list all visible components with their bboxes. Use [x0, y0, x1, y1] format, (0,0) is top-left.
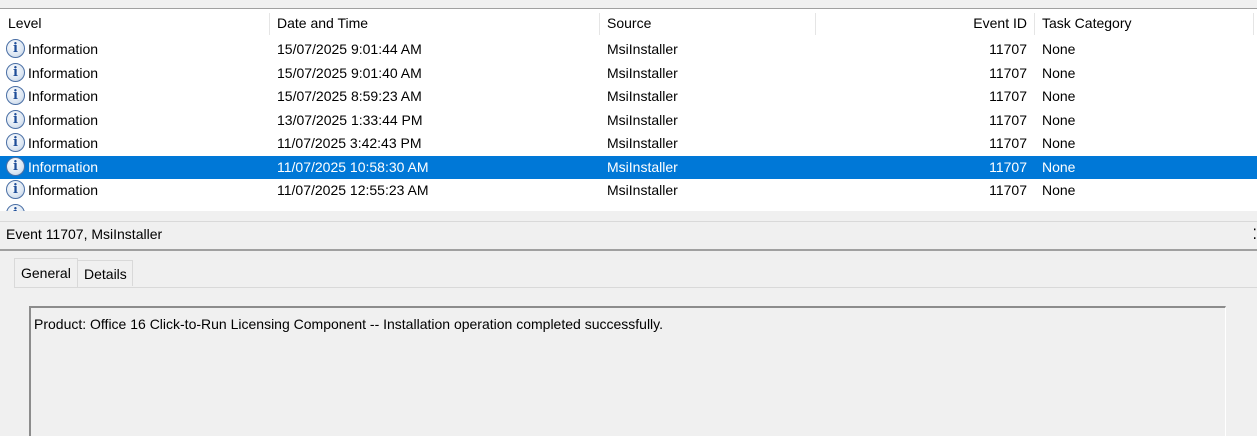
- cell-date-time: 11/07/2025 12:55:23 AM: [277, 182, 429, 198]
- table-row[interactable]: Information 11/07/2025 12:55:23 AM MsiInst…: [0, 179, 1257, 202]
- information-icon: [6, 109, 25, 129]
- column-header-bar: Level Date and Time Source Event ID Task…: [0, 9, 1257, 38]
- information-icon: [6, 180, 25, 199]
- cell-date-time: 11/07/2025 3:42:43 PM: [277, 135, 422, 151]
- information-icon: [6, 62, 25, 82]
- information-icon: [6, 133, 25, 152]
- cell-task-category: None: [1042, 111, 1076, 128]
- table-row[interactable]: Information 11/07/2025 10:58:30 AM MsiInst…: [0, 155, 1257, 179]
- cell-task-category: None: [1042, 88, 1076, 104]
- cell-source: MsiInstaller: [607, 182, 678, 198]
- cell-level: Information: [28, 158, 99, 175]
- cell-level: Information: [28, 64, 99, 81]
- cell-date-time: 15/07/2025 8:59:23 AM: [277, 88, 422, 104]
- cell-level: Information: [28, 182, 99, 198]
- table-row[interactable]: Information 13/07/2025 1:33:44 PM MsiInsta…: [0, 109, 1257, 132]
- cell-event-id: 11707: [989, 88, 1027, 104]
- cell-source: MsiInstaller: [607, 135, 678, 151]
- cell-date-time: 15/07/2025 9:01:40 AM: [277, 64, 422, 81]
- column-separator[interactable]: [1034, 13, 1035, 35]
- column-header-source[interactable]: Source: [607, 9, 651, 38]
- event-list[interactable]: Level Date and Time Source Event ID Task…: [0, 8, 1257, 212]
- cell-date-time: 15/07/2025 9:01:44 AM: [277, 41, 422, 57]
- cell-task-category: None: [1042, 41, 1076, 57]
- cell-event-id: 11707: [989, 41, 1027, 57]
- information-icon: [6, 39, 25, 58]
- table-row[interactable]: Information 15/07/2025 9:01:44 AM MsiInsta…: [0, 38, 1257, 61]
- event-detail-title: Event 11707, MsiInstaller: [6, 226, 163, 242]
- cell-event-id: 11707: [989, 182, 1027, 198]
- cell-level: Information: [28, 111, 99, 128]
- cell-event-id: 11707: [989, 111, 1027, 128]
- column-separator[interactable]: [269, 13, 270, 35]
- column-separator[interactable]: [1253, 13, 1254, 35]
- top-border: [0, 0, 1257, 8]
- cell-task-category: None: [1042, 135, 1076, 151]
- column-header-task-category[interactable]: Task Category: [1042, 9, 1131, 38]
- pane-splitter[interactable]: [0, 211, 1257, 221]
- cell-source: MsiInstaller: [607, 88, 678, 104]
- cell-task-category: None: [1042, 182, 1076, 198]
- more-options-icon[interactable]: ⁚: [1253, 226, 1257, 243]
- cell-task-category: None: [1042, 158, 1076, 175]
- cell-level: Information: [28, 41, 99, 57]
- table-row[interactable]: Information 15/07/2025 8:59:23 AM MsiInsta…: [0, 85, 1257, 108]
- event-message-text[interactable]: Product: Office 16 Click-to-Run Licensin…: [34, 316, 663, 332]
- cell-source: MsiInstaller: [607, 41, 678, 57]
- table-row[interactable]: Information 11/07/2025 3:42:43 PM MsiInsta…: [0, 132, 1257, 155]
- cell-date-time: 11/07/2025 10:58:30 AM: [277, 158, 429, 175]
- cell-event-id: 11707: [989, 158, 1027, 175]
- tab-general[interactable]: General: [14, 258, 78, 288]
- event-message-box[interactable]: Product: Office 16 Click-to-Run Licensin…: [29, 306, 1226, 436]
- cell-date-time: 13/07/2025 1:33:44 PM: [277, 111, 423, 128]
- cell-task-category: None: [1042, 64, 1076, 81]
- information-icon: [6, 86, 25, 105]
- column-header-event-id[interactable]: Event ID: [816, 9, 1027, 38]
- event-detail-header: Event 11707, MsiInstaller ⁚: [0, 221, 1257, 251]
- cell-level: Information: [28, 135, 99, 151]
- cell-source: MsiInstaller: [607, 158, 678, 175]
- column-header-level[interactable]: Level: [8, 9, 41, 38]
- cell-source: MsiInstaller: [607, 64, 678, 81]
- information-icon: [6, 156, 25, 176]
- tab-details[interactable]: Details: [78, 260, 133, 286]
- cell-source: MsiInstaller: [607, 111, 678, 128]
- column-separator[interactable]: [599, 13, 600, 35]
- cell-event-id: 11707: [989, 135, 1027, 151]
- table-row[interactable]: Information 15/07/2025 9:01:40 AM MsiInsta…: [0, 62, 1257, 85]
- cell-level: Information: [28, 88, 99, 104]
- cell-event-id: 11707: [989, 64, 1027, 81]
- column-header-date-time[interactable]: Date and Time: [277, 9, 368, 38]
